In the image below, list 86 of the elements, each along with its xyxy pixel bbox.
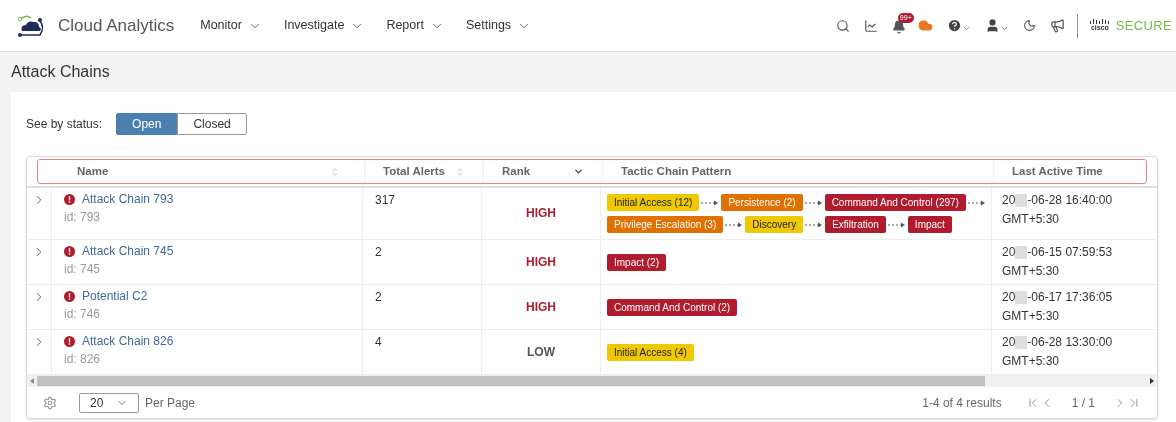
redaction-blur — [1015, 336, 1028, 349]
arrow-icon — [725, 221, 744, 228]
tactic-tag: Exfiltration — [825, 216, 886, 233]
settings-icon[interactable] — [43, 395, 57, 410]
chain-id: id: 745 — [64, 261, 102, 278]
status-toggle[interactable]: Closed — [177, 113, 247, 135]
sort-down-icon[interactable] — [573, 166, 584, 177]
chain-name-link[interactable]: Attack Chain 793 — [82, 191, 174, 208]
time-part: -06-15 07:59:53 — [1027, 244, 1113, 261]
status-toggle[interactable]: Open — [116, 113, 178, 135]
time-part: -06-28 16:40:00 — [1027, 192, 1113, 209]
bars-icon — [1089, 19, 1110, 24]
bell-icon[interactable] — [891, 19, 906, 34]
per-page-label: Per Page — [145, 394, 196, 412]
page-indicator: 1 / 1 — [1071, 394, 1095, 412]
search-icon[interactable] — [835, 18, 850, 33]
rank-label: HIGH — [526, 205, 556, 222]
horizontal-scrollbar[interactable] — [27, 375, 1157, 387]
arrow-icon — [804, 199, 823, 206]
help-menu[interactable] — [946, 18, 971, 33]
column-header[interactable]: Tactic Chain Pattern — [602, 160, 993, 183]
alert-icon — [64, 336, 75, 347]
nav-menu[interactable]: Investigate — [283, 16, 365, 35]
rank-label: HIGH — [526, 298, 556, 316]
megaphone-icon[interactable] — [1049, 18, 1065, 33]
column-header[interactable]: Rank — [483, 160, 602, 183]
rank-label: LOW — [527, 343, 555, 361]
arrow-icon — [887, 221, 906, 228]
page-size-select[interactable]: 20 — [79, 392, 139, 413]
redaction-blur — [1015, 291, 1028, 304]
redaction-blur — [1015, 246, 1028, 259]
timezone: GMT+5:30 — [1002, 308, 1061, 325]
alert-icon — [64, 246, 75, 257]
page-title: Attack Chains — [11, 62, 111, 82]
tactic-tag: Discovery — [745, 216, 804, 233]
redaction-blur — [1015, 194, 1028, 207]
results-count: 1-4 of 4 results — [922, 394, 1002, 412]
tactic-tag: Impact — [907, 216, 952, 233]
timezone: GMT+5:30 — [1002, 263, 1061, 280]
user-menu[interactable] — [984, 18, 1009, 33]
alert-count: 4 — [375, 335, 382, 349]
nav-menu[interactable]: Monitor — [200, 16, 262, 35]
time-part: 20 — [1002, 244, 1016, 261]
timezone: GMT+5:30 — [1002, 353, 1061, 370]
chain-id: id: 746 — [64, 306, 102, 323]
tactic-tag: Persistence (2) — [721, 194, 803, 211]
caret-icon[interactable] — [961, 24, 971, 33]
moon-icon[interactable] — [1022, 19, 1036, 32]
column-header[interactable]: Last Active Time — [993, 160, 1146, 183]
nav-menu[interactable]: Settings — [465, 16, 532, 35]
tactic-tag: Command And Control (2) — [607, 298, 738, 316]
rank-label: HIGH — [526, 253, 556, 271]
brand-name: SECURE — [1115, 16, 1172, 35]
alert-count: 317 — [375, 193, 396, 207]
chain-name-link[interactable]: Attack Chain 745 — [82, 243, 174, 260]
alert-icon — [64, 291, 75, 302]
tactic-tag: Command And Control (297) — [824, 194, 966, 211]
caret-icon[interactable] — [999, 24, 1009, 33]
tactic-tag: Initial Access (12) — [607, 194, 700, 211]
alert-count: 2 — [375, 290, 382, 304]
arrow-icon — [805, 221, 824, 228]
time-part: 20 — [1002, 334, 1016, 351]
tactic-tag: Impact (2) — [607, 253, 666, 271]
cloud-icon[interactable] — [917, 18, 933, 33]
scrollbar-thumb[interactable] — [37, 376, 985, 386]
logo-icon — [16, 12, 46, 39]
timezone: GMT+5:30 — [1002, 211, 1061, 228]
alert-count: 2 — [375, 245, 382, 259]
chain-id: id: 826 — [64, 351, 102, 368]
column-header[interactable]: Total Alerts — [364, 160, 483, 183]
chart-icon[interactable] — [863, 18, 878, 33]
chain-name-link[interactable]: Potential C2 — [82, 288, 148, 305]
time-part: 20 — [1002, 192, 1016, 209]
status-label: See by status: — [26, 116, 103, 133]
tactic-tag: Initial Access (4) — [607, 343, 694, 361]
time-part: -06-17 17:36:05 — [1027, 289, 1113, 306]
time-part: -06-28 13:30:00 — [1027, 334, 1113, 351]
chain-id: id: 793 — [64, 209, 102, 226]
app-title: Cloud Analytics — [58, 14, 175, 37]
nav-menu[interactable]: Report — [386, 16, 444, 35]
arrow-icon — [701, 199, 720, 206]
tactic-tag: Privilege Escalation (3) — [607, 216, 724, 233]
chain-name-link[interactable]: Attack Chain 826 — [82, 333, 174, 350]
time-part: 20 — [1002, 289, 1016, 306]
alert-icon — [64, 194, 75, 205]
column-header[interactable]: Name — [53, 160, 364, 183]
